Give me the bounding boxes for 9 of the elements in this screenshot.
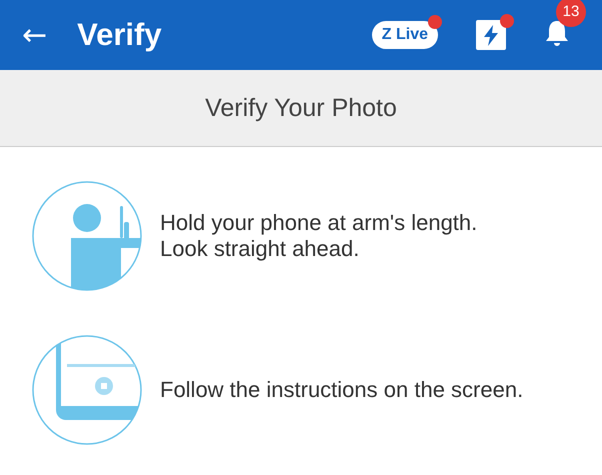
live-button[interactable]: Z Live xyxy=(372,21,438,49)
instruction-text: Hold your phone at arm's length. Look straight ahead. xyxy=(160,210,478,262)
section-title: Verify Your Photo xyxy=(205,94,397,122)
screen-title: Verify xyxy=(77,17,162,53)
bell-icon[interactable] xyxy=(544,18,570,46)
flash-icon[interactable] xyxy=(476,20,506,50)
instruction-text: Follow the instructions on the screen. xyxy=(160,376,524,404)
notification-count: 13 xyxy=(556,0,586,26)
back-button[interactable]: ← xyxy=(22,18,48,52)
